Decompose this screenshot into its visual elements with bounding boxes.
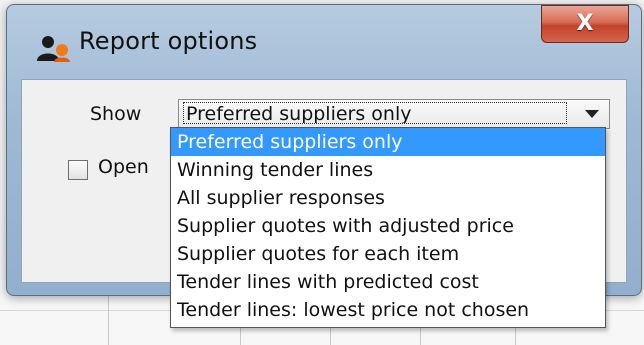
dropdown-option[interactable]: Winning tender lines [171, 156, 605, 184]
close-button[interactable]: X [541, 5, 629, 43]
close-icon: X [576, 11, 594, 36]
chevron-down-icon[interactable] [575, 100, 609, 128]
open-checkbox[interactable] [68, 160, 88, 180]
report-user-icon [35, 33, 71, 63]
window-title: Report options [79, 27, 258, 55]
show-select[interactable]: Preferred suppliers only [178, 99, 610, 129]
dropdown-option[interactable]: Tender lines with predicted cost [171, 268, 605, 296]
dropdown-option[interactable]: Supplier quotes with adjusted price [171, 212, 605, 240]
screen: Report options X Show Preferred supplier… [0, 0, 644, 345]
show-select-value: Preferred suppliers only [183, 102, 567, 124]
show-dropdown-list: Preferred suppliers only Winning tender … [170, 127, 606, 328]
open-checkbox-label: Open [98, 156, 149, 178]
title-bar[interactable]: Report options X [7, 5, 641, 79]
show-label: Show [90, 103, 142, 125]
dropdown-option[interactable]: Supplier quotes for each item [171, 240, 605, 268]
dropdown-option[interactable]: All supplier responses [171, 184, 605, 212]
dropdown-option[interactable]: Tender lines: lowest price not chosen [171, 296, 605, 324]
dropdown-option[interactable]: Preferred suppliers only [171, 128, 605, 156]
